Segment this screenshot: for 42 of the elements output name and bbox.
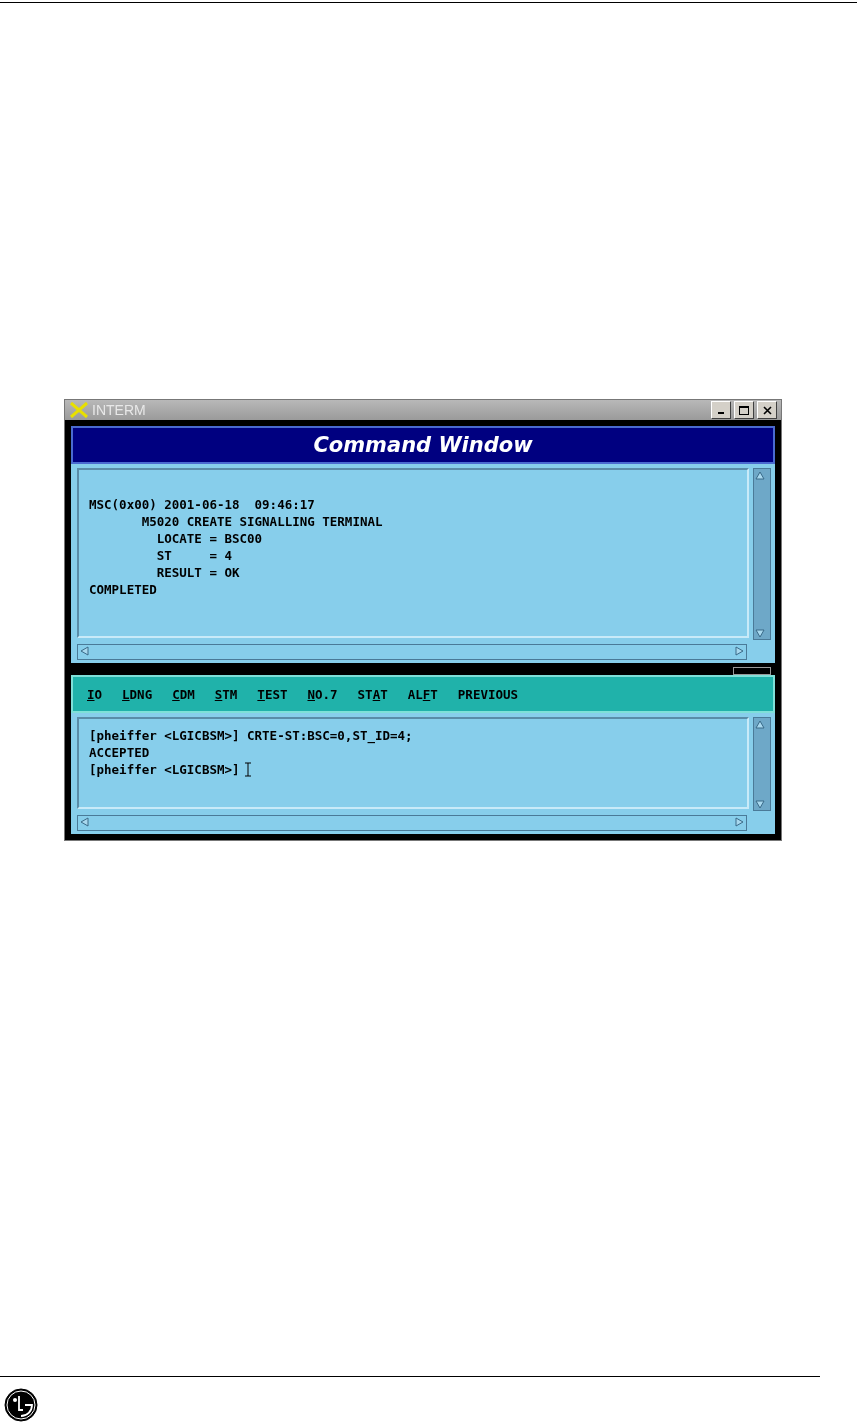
output-line: LOCATE = BSC00 <box>155 530 264 547</box>
scroll-right-arrow-icon[interactable] <box>734 645 746 657</box>
menu-item[interactable]: IO <box>87 686 103 702</box>
output-line: RESULT = OK <box>155 564 241 581</box>
logo-icon <box>4 1388 38 1422</box>
maximize-icon <box>739 405 749 415</box>
maximize-button[interactable] <box>734 401 754 419</box>
input-area[interactable]: [pheiffer <LGICBSM>] CRTE-ST:BSC=0,ST_ID=4; ACCEPTED [pheiffer <LGICBSM>] <box>77 717 749 809</box>
scroll-up-arrow-icon[interactable] <box>754 469 766 481</box>
input-line: ACCEPTED <box>89 744 150 761</box>
menu-item[interactable]: NO.7 <box>307 686 338 702</box>
input-line: [pheiffer <LGICBSM>] CRTE-ST:BSC=0,ST_ID=4; <box>89 727 413 744</box>
menu-item[interactable]: TEST <box>257 686 288 702</box>
menu-item[interactable]: STM <box>214 686 238 702</box>
scroll-down-arrow-icon[interactable] <box>754 798 766 810</box>
output-line: COMPLETED <box>89 581 158 598</box>
output-line: ST = 4 <box>155 547 233 564</box>
text-cursor-icon <box>243 762 252 777</box>
window-header: Command Window <box>71 426 775 464</box>
output-line: MSC(0x00) 2001-06-18 09:46:17 <box>89 496 316 513</box>
sash-handle[interactable] <box>733 667 771 675</box>
scroll-left-arrow-icon[interactable] <box>78 645 90 657</box>
menu-item[interactable]: ALFT <box>407 686 438 702</box>
window-title: INTERM <box>92 402 146 418</box>
menu-item[interactable]: CDM <box>172 686 195 702</box>
close-button[interactable] <box>757 401 777 419</box>
scroll-left-arrow-icon[interactable] <box>78 816 90 828</box>
menu-item[interactable]: PREVIOUS <box>457 686 519 702</box>
scroll-right-arrow-icon[interactable] <box>734 816 746 828</box>
vertical-scrollbar[interactable] <box>753 717 771 811</box>
vertical-scrollbar[interactable] <box>753 468 771 640</box>
menu-item[interactable]: LDNG <box>122 686 153 702</box>
scroll-down-arrow-icon[interactable] <box>754 627 766 639</box>
horizontal-scrollbar[interactable] <box>77 644 747 660</box>
horizontal-scrollbar[interactable] <box>77 815 747 831</box>
x-logo-icon <box>69 402 89 418</box>
scroll-up-arrow-icon[interactable] <box>754 718 766 730</box>
output-line: M5020 CREATE SIGNALLING TERMINAL <box>140 513 384 530</box>
input-line: [pheiffer <LGICBSM>] <box>89 761 240 778</box>
menu-item[interactable]: STAT <box>357 686 388 702</box>
minimize-button[interactable] <box>711 401 731 419</box>
close-icon <box>762 405 772 415</box>
